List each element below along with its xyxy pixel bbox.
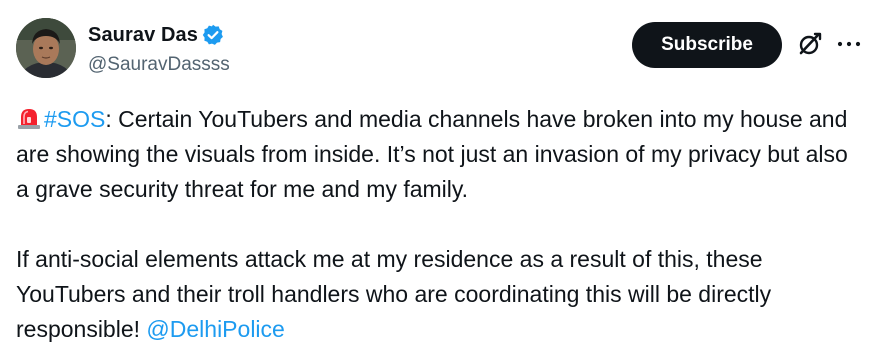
- author-display-name[interactable]: Saurav Das: [88, 24, 198, 47]
- more-options-icon[interactable]: [834, 30, 864, 58]
- tweet-paragraph-2-text: If anti-social elements attack me at my …: [16, 246, 772, 342]
- display-name-row: Saurav Das: [88, 22, 230, 48]
- author-handle[interactable]: @SauravDassss: [88, 54, 230, 76]
- tweet-header: Saurav Das @SauravDassss Subscribe: [16, 18, 866, 82]
- tweet-text: #SOS: Certain YouTubers and media channe…: [16, 102, 866, 347]
- tweet-paragraph-2: If anti-social elements attack me at my …: [16, 242, 866, 347]
- tweet-paragraph-1: #SOS: Certain YouTubers and media channe…: [16, 102, 866, 207]
- mention-link[interactable]: @DelhiPolice: [146, 316, 284, 342]
- verified-badge-icon: [202, 24, 224, 46]
- grok-icon[interactable]: [796, 30, 824, 58]
- tweet-paragraph-1-text: : Certain YouTubers and media channels h…: [16, 106, 848, 202]
- avatar[interactable]: [16, 18, 76, 78]
- subscribe-button[interactable]: Subscribe: [632, 22, 782, 68]
- siren-emoji-icon: [16, 105, 42, 131]
- hashtag-link[interactable]: #SOS: [44, 106, 105, 132]
- author-names: Saurav Das @SauravDassss: [88, 22, 230, 76]
